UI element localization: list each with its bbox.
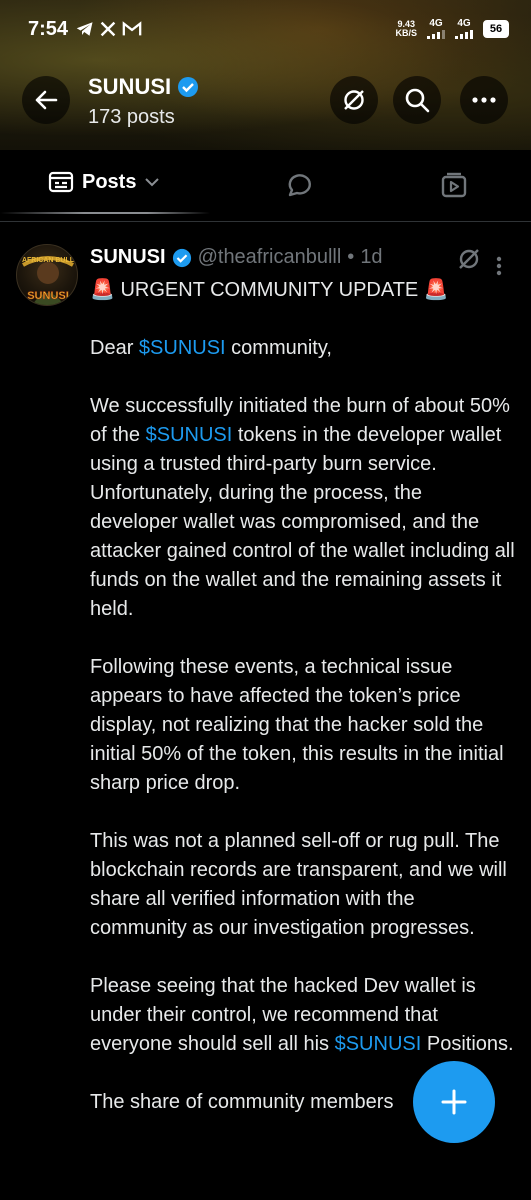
post-header: SUNUSI @theafricanbulll • 1d: [90, 246, 383, 269]
post-headline: 🚨 URGENT COMMUNITY UPDATE 🚨: [90, 279, 449, 301]
verified-badge-icon: [172, 248, 191, 267]
search-icon: [405, 88, 430, 113]
x-logo-icon: [100, 21, 116, 37]
verified-badge-icon: [178, 77, 199, 97]
more-options-button[interactable]: [460, 76, 508, 124]
profile-header: SUNUSI 173 posts: [88, 74, 199, 129]
post-paragraph: Following these events, a technical issu…: [90, 656, 504, 794]
network-2: 4G: [455, 19, 473, 39]
post-timestamp[interactable]: 1d: [360, 246, 382, 269]
post-grok-button[interactable]: [456, 246, 482, 277]
profile-name: SUNUSI: [88, 74, 172, 99]
compose-post-button[interactable]: [413, 1061, 495, 1143]
status-time: 7:54: [28, 17, 69, 40]
media-icon: [441, 172, 467, 198]
posts-icon: [48, 171, 74, 193]
post-author[interactable]: SUNUSI: [90, 246, 166, 269]
post-paragraph: Please seeing that the hacked Dev wallet…: [90, 975, 514, 1055]
signal-bars-icon: [455, 30, 473, 39]
grok-button[interactable]: [330, 76, 378, 124]
more-vertical-icon: [496, 256, 502, 276]
plus-icon: [441, 1089, 467, 1115]
active-tab-indicator: [0, 212, 210, 214]
siren-icon: 🚨: [90, 279, 115, 301]
tab-replies[interactable]: [284, 170, 314, 205]
telegram-icon: [76, 22, 93, 36]
grok-icon: [459, 249, 479, 269]
svg-text:SUNUSI: SUNUSI: [27, 290, 69, 302]
net-speed: 9.43 KB/S: [395, 19, 417, 38]
tab-posts[interactable]: Posts: [48, 170, 160, 194]
tab-posts-label: Posts: [82, 170, 137, 193]
status-bar: 7:54 9.43 KB/S 4G 4G 56: [0, 0, 531, 58]
back-button[interactable]: [22, 76, 70, 124]
network-1: 4G: [427, 19, 445, 39]
search-button[interactable]: [393, 76, 441, 124]
siren-icon: 🚨: [423, 279, 449, 301]
post-paragraph: This was not a planned sell-off or rug p…: [90, 830, 507, 939]
post-paragraph: Dear $SUNUSI community,: [90, 337, 332, 359]
svg-text:AFRICAN BULL: AFRICAN BULL: [22, 257, 75, 264]
cashtag-link[interactable]: $SUNUSI: [139, 337, 226, 359]
arrow-left-icon: [35, 90, 58, 110]
gmail-icon: [122, 21, 142, 36]
tab-media[interactable]: [439, 170, 469, 205]
profile-tabs: Posts: [0, 150, 531, 222]
grok-icon: [344, 90, 364, 110]
post-handle[interactable]: @theafricanbulll: [198, 246, 342, 269]
cashtag-link[interactable]: $SUNUSI: [146, 424, 233, 446]
avatar[interactable]: AFRICAN BULL SUNUSI: [16, 244, 78, 306]
signal-bars-icon: [427, 30, 445, 39]
more-horizontal-icon: [472, 97, 496, 103]
avatar-image: AFRICAN BULL SUNUSI: [22, 256, 75, 305]
post-text: 🚨 URGENT COMMUNITY UPDATE 🚨 Dear $SUNUSI…: [90, 276, 515, 1146]
post-separator: •: [347, 246, 355, 268]
post-count: 173 posts: [88, 106, 175, 128]
post-paragraph: We successfully initiated the burn of ab…: [90, 395, 515, 620]
battery-indicator: 56: [483, 20, 509, 38]
chevron-down-icon: [145, 178, 160, 187]
reply-bubble-icon: [288, 174, 311, 197]
cashtag-link[interactable]: $SUNUSI: [335, 1033, 422, 1055]
